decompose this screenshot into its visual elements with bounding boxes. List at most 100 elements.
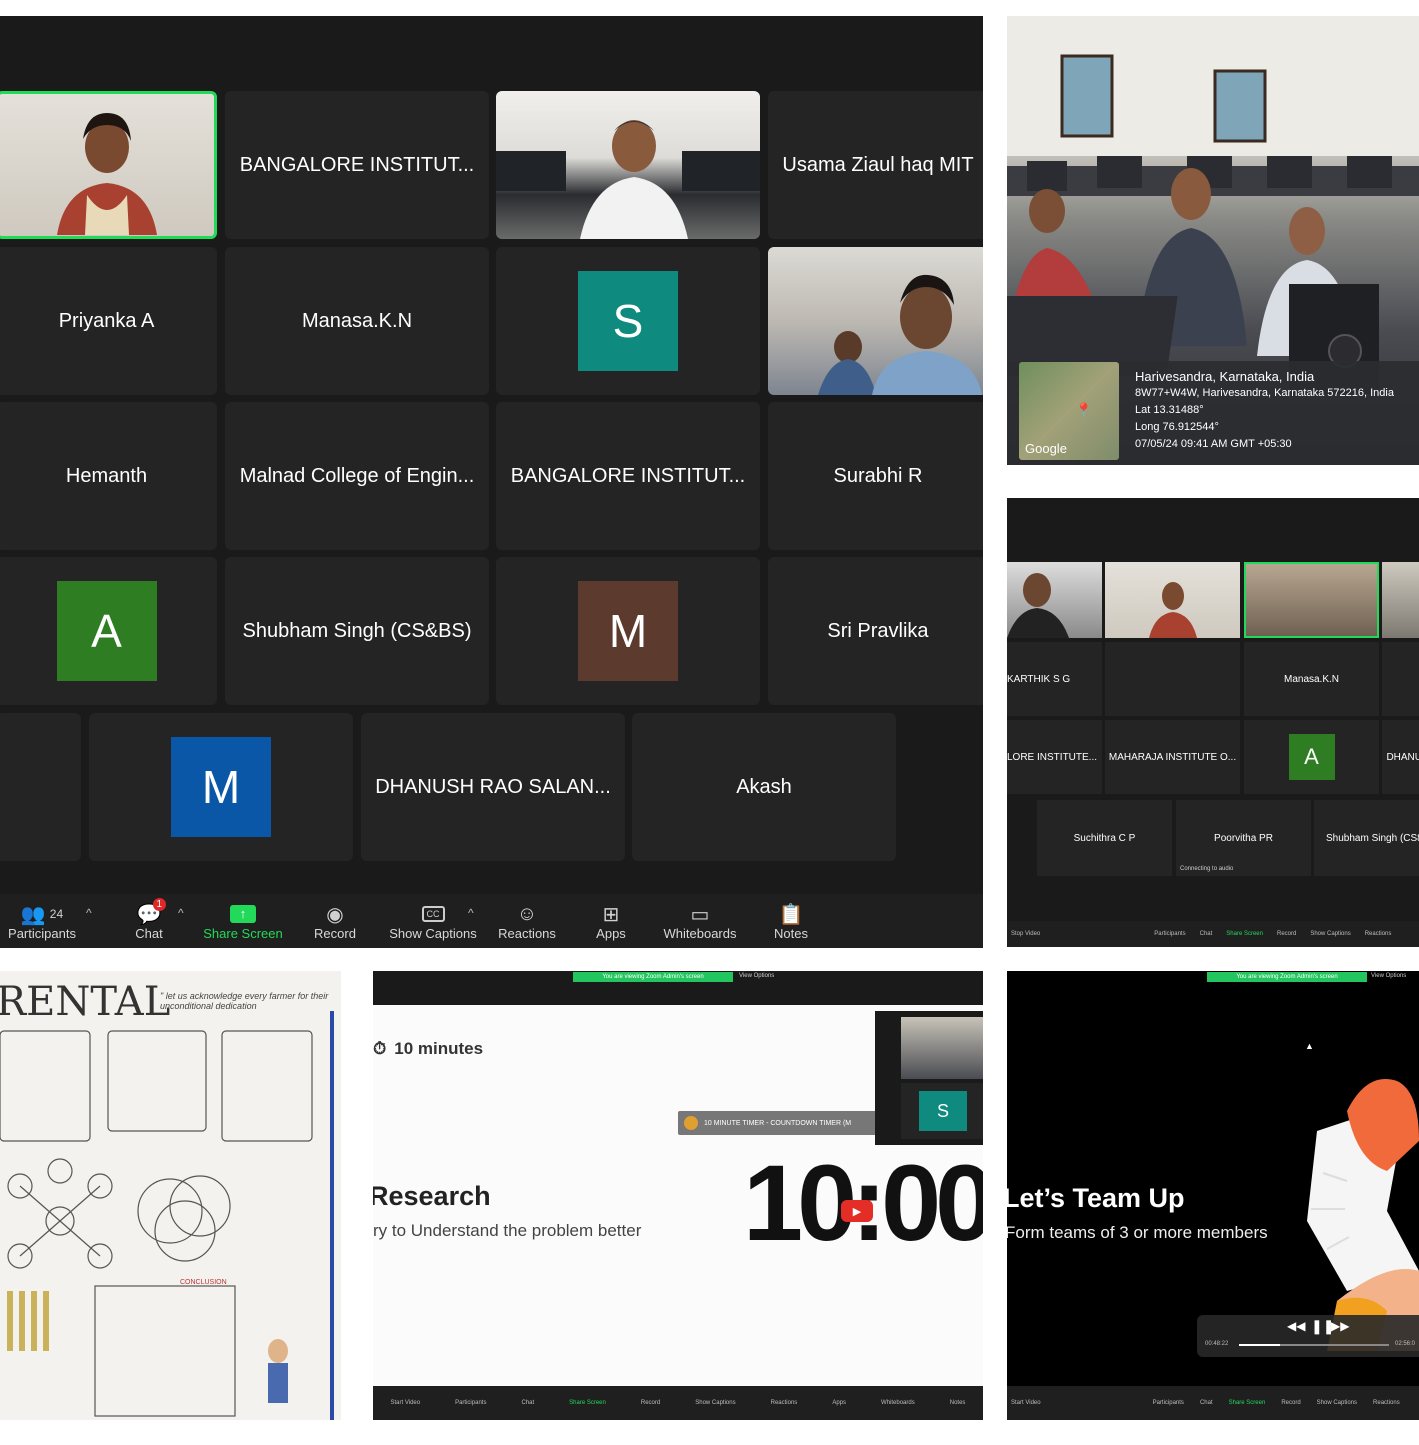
- channel-icon: [684, 1116, 698, 1130]
- reactions-button[interactable]: Reactions: [1365, 931, 1392, 937]
- captions-button[interactable]: Show Captions: [1310, 931, 1350, 937]
- chevron-up-icon[interactable]: ^: [468, 906, 474, 920]
- video-player-controls[interactable]: ◀◀ ❚❚ ▶▶ 00:48:22 02:56:0: [1197, 1315, 1419, 1357]
- participant-tile[interactable]: Shubham Singh (CS&BS): [225, 557, 489, 705]
- reactions-button[interactable]: Reactions: [771, 1400, 798, 1406]
- slide-subheading: Form teams of 3 or more members: [1007, 1223, 1268, 1242]
- participant-tile[interactable]: S: [496, 247, 760, 395]
- stopwatch-icon: ⏱: [373, 1039, 387, 1058]
- participant-tile[interactable]: Sri Pravlika: [768, 557, 983, 705]
- participant-tile[interactable]: M: [89, 713, 353, 861]
- participants-button[interactable]: Participants: [1153, 1400, 1184, 1406]
- captions-label: Show Captions: [389, 926, 477, 941]
- participant-tile[interactable]: Priyanka A: [0, 247, 217, 395]
- captions-button[interactable]: Show Captions: [1317, 1400, 1357, 1406]
- notes-button[interactable]: Notes: [950, 1400, 966, 1406]
- participant-tile[interactable]: [0, 713, 81, 861]
- share-screen-button[interactable]: Share Screen: [1229, 1400, 1266, 1406]
- participants-button[interactable]: Participants: [455, 1400, 486, 1406]
- share-screen-button[interactable]: Share Screen: [1226, 931, 1263, 937]
- participant-tile[interactable]: Manasa.K.N: [1244, 642, 1379, 716]
- share-screen-button[interactable]: ↑ Share Screen: [198, 902, 288, 941]
- captions-icon: CC: [421, 902, 445, 926]
- share-screen-button[interactable]: Share Screen: [569, 1400, 606, 1406]
- geo-long: Long 76.912544°: [1135, 421, 1219, 433]
- participant-tile[interactable]: [1382, 642, 1419, 716]
- video-tile[interactable]: [496, 91, 760, 239]
- video-tile[interactable]: [1382, 562, 1419, 638]
- view-options-button[interactable]: View Options: [739, 973, 774, 979]
- participant-tile[interactable]: MAHARAJA INSTITUTE O...: [1105, 720, 1240, 794]
- slide-subheading: ry to Understand the problem better: [373, 1221, 642, 1240]
- whiteboards-button[interactable]: ▭ Whiteboards: [655, 902, 745, 942]
- whiteboards-button[interactable]: Whiteboards: [881, 1400, 915, 1406]
- participant-tile[interactable]: M: [496, 557, 760, 705]
- participant-tile[interactable]: Malnad College of Engin...: [225, 402, 489, 550]
- participant-tile[interactable]: Usama Ziaul haq MIT: [768, 91, 983, 239]
- participant-name: DHANUSH RAO SALAN...: [375, 775, 611, 798]
- participant-tile[interactable]: S: [901, 1083, 983, 1139]
- youtube-play-icon[interactable]: ▶: [841, 1200, 873, 1222]
- participants-button[interactable]: 👥 24 Participants: [0, 902, 87, 942]
- record-button[interactable]: ◉ Record: [290, 902, 380, 942]
- connecting-audio-status: Connecting to audio: [1180, 866, 1234, 872]
- rewind-icon[interactable]: ◀◀: [1287, 1319, 1305, 1333]
- participant-tile[interactable]: A: [1244, 720, 1379, 794]
- captions-button[interactable]: CC Show Captions: [388, 902, 478, 941]
- reactions-button[interactable]: Reactions: [1373, 1400, 1400, 1406]
- participant-tile[interactable]: Hemanth: [0, 402, 217, 550]
- video-tile[interactable]: [1105, 562, 1240, 638]
- participant-tile[interactable]: Akash: [632, 713, 896, 861]
- video-tile-speaker[interactable]: [0, 91, 217, 239]
- chevron-up-icon[interactable]: ^: [178, 906, 184, 920]
- forward-icon[interactable]: ▶▶: [1331, 1319, 1349, 1333]
- participant-tile[interactable]: A: [0, 557, 217, 705]
- participant-name: MAHARAJA INSTITUTE O...: [1108, 751, 1237, 763]
- participant-tile[interactable]: Suchithra C P: [1037, 800, 1172, 876]
- chat-button[interactable]: Chat: [1200, 931, 1213, 937]
- reactions-button[interactable]: ☺ Reactions: [482, 902, 572, 942]
- chat-button[interactable]: Chat: [1200, 1400, 1213, 1406]
- record-label: Record: [314, 926, 356, 941]
- participant-tile[interactable]: Poorvitha PR Connecting to audio: [1176, 800, 1311, 876]
- cursor-icon: ▲: [1305, 1041, 1314, 1051]
- participant-tile[interactable]: [1105, 642, 1240, 716]
- apps-icon: ⊞: [602, 903, 620, 926]
- video-tile[interactable]: [1007, 562, 1102, 638]
- participant-tile[interactable]: DHANUSH RAO SALAN...: [361, 713, 625, 861]
- chevron-up-icon[interactable]: ^: [86, 906, 92, 920]
- record-button[interactable]: Record: [641, 1400, 660, 1406]
- notes-label: Notes: [774, 926, 808, 941]
- participant-tile[interactable]: LORE INSTITUTE...: [1007, 720, 1102, 794]
- participants-label: Participants: [8, 926, 76, 941]
- participant-tile[interactable]: Manasa.K.N: [225, 247, 489, 395]
- participant-name: KARTHIK S G: [1007, 673, 1071, 685]
- notes-button[interactable]: 📋 Notes: [746, 902, 836, 942]
- video-tile[interactable]: [1244, 562, 1379, 638]
- record-button[interactable]: Record: [1277, 931, 1296, 937]
- stop-video-button[interactable]: Stop Video: [1011, 931, 1040, 937]
- avatar: M: [171, 737, 271, 837]
- video-tile[interactable]: [901, 1017, 983, 1079]
- start-video-button[interactable]: Start Video: [1011, 1400, 1041, 1406]
- participant-tile[interactable]: BANGALORE INSTITUT...: [225, 91, 489, 239]
- person-video: [1149, 582, 1197, 638]
- video-tile[interactable]: [768, 247, 983, 395]
- participant-tile[interactable]: KARTHIK S G: [1007, 642, 1102, 716]
- youtube-bar[interactable]: 10 MINUTE TIMER - COUNTDOWN TIMER (M: [678, 1111, 878, 1135]
- participant-tile[interactable]: DHANU: [1382, 720, 1419, 794]
- record-button[interactable]: Record: [1281, 1400, 1300, 1406]
- participants-button[interactable]: Participants: [1154, 931, 1185, 937]
- captions-button[interactable]: Show Captions: [695, 1400, 735, 1406]
- participant-name: Usama Ziaul haq MIT: [782, 153, 974, 176]
- participant-name: BANGALORE INSTITUT...: [510, 464, 746, 487]
- progress-track[interactable]: [1239, 1344, 1389, 1346]
- chat-button[interactable]: Chat: [521, 1400, 534, 1406]
- start-video-button[interactable]: Start Video: [391, 1400, 421, 1406]
- participant-tile[interactable]: BANGALORE INSTITUT...: [496, 402, 760, 550]
- participant-tile[interactable]: Surabhi R: [768, 402, 983, 550]
- apps-button[interactable]: Apps: [832, 1400, 846, 1406]
- progress-fill: [1239, 1344, 1280, 1346]
- participant-tile[interactable]: Shubham Singh (CS8: [1314, 800, 1419, 876]
- apps-button[interactable]: ⊞ Apps: [566, 902, 656, 942]
